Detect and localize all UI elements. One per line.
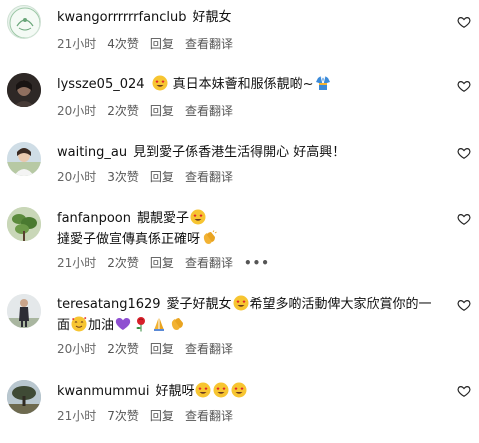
comment-meta: 21小时 4次赞 回复 查看翻译: [57, 35, 244, 52]
reply-button[interactable]: 回复: [150, 170, 174, 184]
reply-button[interactable]: 回复: [150, 409, 174, 423]
comment-text: 愛子好靚女: [166, 297, 232, 312]
reply-button[interactable]: 回复: [150, 37, 174, 51]
clapping-hands-emoji-icon: [169, 316, 185, 332]
translate-button[interactable]: 查看翻译: [185, 37, 233, 51]
reply-button[interactable]: 回复: [150, 342, 174, 356]
comment-meta: 21小时 7次赞 回复 查看翻译: [57, 407, 244, 424]
comment-meta: 20小时 2次赞 回复 查看翻译: [57, 340, 244, 357]
heart-eyes-emoji-icon: [190, 209, 206, 225]
like-count[interactable]: 4次赞: [107, 37, 139, 51]
fanclub-logo-icon: [9, 7, 40, 38]
comment-username[interactable]: lyssze05_024: [57, 77, 145, 92]
heart-eyes-emoji-icon: [213, 382, 229, 398]
comment-text: 好靚女: [192, 10, 232, 25]
comment-item: teresatang1629 愛子好靚女 希望多啲活動俾大家欣賞你的一 面 加油 20…: [0, 292, 479, 362]
dark-portrait-icon: [7, 73, 41, 107]
comment-username[interactable]: teresatang1629: [57, 297, 161, 312]
comment-text: 好靚呀: [155, 384, 195, 399]
comment-text: 真日本妹薈和服係靚啲~: [172, 77, 314, 92]
purple-heart-emoji-icon: [115, 316, 131, 332]
like-count[interactable]: 2次赞: [107, 256, 139, 270]
rose-emoji-icon: [133, 316, 149, 332]
comment-meta: 20小时 3次赞 回复 查看翻译: [57, 168, 244, 185]
comment-username[interactable]: waiting_au: [57, 145, 127, 160]
comment-text: 靚靚愛子: [136, 211, 189, 226]
like-heart-icon[interactable]: [457, 212, 471, 226]
comment-time: 21小时: [57, 256, 97, 270]
comment-username[interactable]: fanfanpoon: [57, 211, 131, 226]
standing-figure-icon: [7, 294, 41, 328]
comment-text-line2: 面: [57, 318, 71, 333]
plant-photo-icon: [7, 207, 41, 241]
comment-text-cont: 希望多啲活動俾大家欣賞你的一: [249, 297, 432, 312]
heart-eyes-emoji-icon: [152, 75, 168, 91]
outdoor-portrait-icon: [7, 142, 41, 176]
like-heart-icon[interactable]: [457, 79, 471, 93]
comment-text-cont2: 加油: [88, 318, 115, 333]
translate-button[interactable]: 查看翻译: [185, 409, 233, 423]
avatar[interactable]: [7, 380, 41, 414]
tree-landscape-icon: [7, 380, 41, 414]
clapping-hands-emoji-icon: [201, 230, 217, 246]
comment-item: lyssze05_024 真日本妹薈和服係靚啲~ 20小时 2次赞 回复 查看翻译: [0, 70, 479, 120]
heart-eyes-emoji-icon: [231, 382, 247, 398]
comment-meta: 20小时 2次赞 回复 查看翻译: [57, 102, 244, 119]
comment-item: kwanmummui 好靚呀 21小时 7次赞 回复 查看翻译: [0, 378, 479, 433]
smiling-hearts-emoji-icon: [71, 316, 87, 332]
reply-button[interactable]: 回复: [150, 256, 174, 270]
comment-text: 見到愛子係香港生活得開心 好高興！: [133, 145, 346, 160]
comment-time: 21小时: [57, 37, 97, 51]
like-count[interactable]: 2次赞: [107, 342, 139, 356]
comment-text-line2: 撻愛子做宣傳真係正確呀: [57, 232, 201, 247]
comment-item: kwangorrrrrrfanclub 好靚女 21小时 4次赞 回复 查看翻译: [0, 0, 479, 60]
comment-item: fanfanpoon 靚靚愛子 撻愛子做宣傳真係正確呀 21小时 2次赞 回复 查看翻译…: [0, 204, 479, 274]
heart-eyes-emoji-icon: [233, 295, 249, 311]
comment-time: 20小时: [57, 104, 97, 118]
like-heart-icon[interactable]: [457, 15, 471, 29]
kimono-emoji-icon: [315, 75, 331, 91]
translate-button[interactable]: 查看翻译: [185, 170, 233, 184]
avatar[interactable]: [7, 207, 41, 241]
comment-username[interactable]: kwangorrrrrrfanclub: [57, 10, 187, 25]
avatar[interactable]: [7, 142, 41, 176]
folded-hands-emoji-icon: [151, 316, 167, 332]
like-heart-icon[interactable]: [457, 146, 471, 160]
avatar[interactable]: [7, 5, 41, 39]
avatar[interactable]: [7, 294, 41, 328]
like-count[interactable]: 7次赞: [107, 409, 139, 423]
heart-eyes-emoji-icon: [195, 382, 211, 398]
translate-button[interactable]: 查看翻译: [185, 256, 233, 270]
like-heart-icon[interactable]: [457, 298, 471, 312]
like-heart-icon[interactable]: [457, 384, 471, 398]
reply-button[interactable]: 回复: [150, 104, 174, 118]
more-options-button[interactable]: •••: [244, 256, 270, 270]
comment-time: 20小时: [57, 342, 97, 356]
comment-time: 20小时: [57, 170, 97, 184]
translate-button[interactable]: 查看翻译: [185, 342, 233, 356]
like-count[interactable]: 2次赞: [107, 104, 139, 118]
comment-time: 21小时: [57, 409, 97, 423]
like-count[interactable]: 3次赞: [107, 170, 139, 184]
avatar[interactable]: [7, 73, 41, 107]
translate-button[interactable]: 查看翻译: [185, 104, 233, 118]
comment-username[interactable]: kwanmummui: [57, 384, 149, 399]
comment-meta: 21小时 2次赞 回复 查看翻译 •••: [57, 254, 281, 271]
comment-item: waiting_au 見到愛子係香港生活得開心 好高興！ 20小时 3次赞 回复 查看翻…: [0, 138, 479, 188]
